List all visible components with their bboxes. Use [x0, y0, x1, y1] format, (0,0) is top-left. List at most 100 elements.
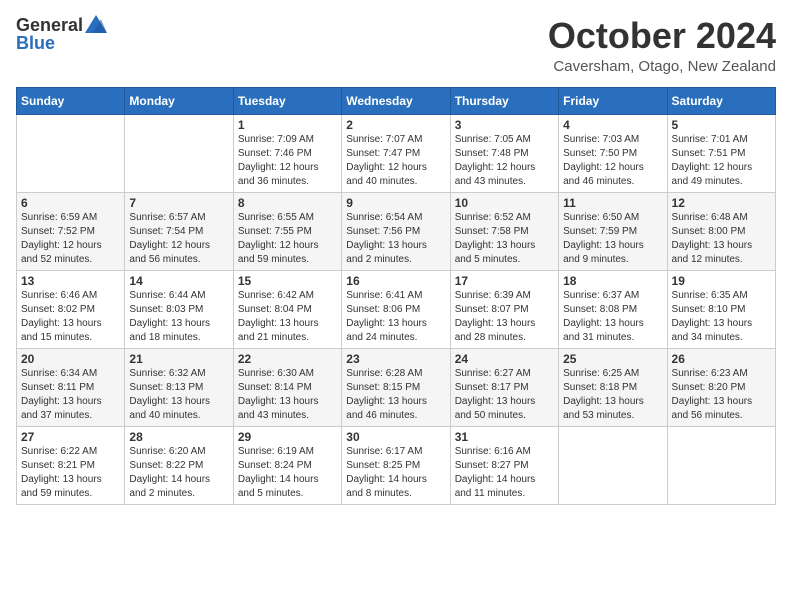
day-number: 22: [238, 352, 337, 366]
day-number: 30: [346, 430, 445, 444]
day-info: Sunrise: 6:19 AM Sunset: 8:24 PM Dayligh…: [238, 445, 337, 501]
calendar-week-row: 13Sunrise: 6:46 AM Sunset: 8:02 PM Dayli…: [17, 270, 776, 348]
day-number: 13: [21, 274, 120, 288]
logo-general-text: General: [16, 16, 83, 34]
day-number: 26: [672, 352, 771, 366]
day-info: Sunrise: 6:59 AM Sunset: 7:52 PM Dayligh…: [21, 211, 120, 267]
day-number: 9: [346, 196, 445, 210]
day-info: Sunrise: 6:41 AM Sunset: 8:06 PM Dayligh…: [346, 289, 445, 345]
weekday-header-cell: Wednesday: [342, 87, 450, 114]
logo-icon: [85, 15, 107, 33]
weekday-header-cell: Monday: [125, 87, 233, 114]
weekday-header-cell: Friday: [559, 87, 667, 114]
day-info: Sunrise: 6:39 AM Sunset: 8:07 PM Dayligh…: [455, 289, 554, 345]
day-info: Sunrise: 6:50 AM Sunset: 7:59 PM Dayligh…: [563, 211, 662, 267]
day-number: 2: [346, 118, 445, 132]
calendar-day-cell: 3Sunrise: 7:05 AM Sunset: 7:48 PM Daylig…: [450, 114, 558, 192]
day-number: 21: [129, 352, 228, 366]
calendar-day-cell: 28Sunrise: 6:20 AM Sunset: 8:22 PM Dayli…: [125, 426, 233, 504]
day-info: Sunrise: 6:34 AM Sunset: 8:11 PM Dayligh…: [21, 367, 120, 423]
day-info: Sunrise: 6:55 AM Sunset: 7:55 PM Dayligh…: [238, 211, 337, 267]
day-number: 25: [563, 352, 662, 366]
calendar-day-cell: 14Sunrise: 6:44 AM Sunset: 8:03 PM Dayli…: [125, 270, 233, 348]
calendar-table: SundayMondayTuesdayWednesdayThursdayFrid…: [16, 87, 776, 505]
day-info: Sunrise: 6:54 AM Sunset: 7:56 PM Dayligh…: [346, 211, 445, 267]
day-number: 1: [238, 118, 337, 132]
weekday-header-cell: Tuesday: [233, 87, 341, 114]
location-title: Caversham, Otago, New Zealand: [548, 58, 776, 75]
day-info: Sunrise: 7:05 AM Sunset: 7:48 PM Dayligh…: [455, 133, 554, 189]
day-info: Sunrise: 7:07 AM Sunset: 7:47 PM Dayligh…: [346, 133, 445, 189]
weekday-header-row: SundayMondayTuesdayWednesdayThursdayFrid…: [17, 87, 776, 114]
day-number: 6: [21, 196, 120, 210]
day-number: 3: [455, 118, 554, 132]
calendar-week-row: 27Sunrise: 6:22 AM Sunset: 8:21 PM Dayli…: [17, 426, 776, 504]
day-info: Sunrise: 6:37 AM Sunset: 8:08 PM Dayligh…: [563, 289, 662, 345]
calendar-week-row: 20Sunrise: 6:34 AM Sunset: 8:11 PM Dayli…: [17, 348, 776, 426]
calendar-day-cell: 17Sunrise: 6:39 AM Sunset: 8:07 PM Dayli…: [450, 270, 558, 348]
calendar-day-cell: 22Sunrise: 6:30 AM Sunset: 8:14 PM Dayli…: [233, 348, 341, 426]
day-info: Sunrise: 6:42 AM Sunset: 8:04 PM Dayligh…: [238, 289, 337, 345]
calendar-day-cell: 12Sunrise: 6:48 AM Sunset: 8:00 PM Dayli…: [667, 192, 775, 270]
weekday-header-cell: Saturday: [667, 87, 775, 114]
day-number: 16: [346, 274, 445, 288]
calendar-day-cell: 21Sunrise: 6:32 AM Sunset: 8:13 PM Dayli…: [125, 348, 233, 426]
day-info: Sunrise: 6:52 AM Sunset: 7:58 PM Dayligh…: [455, 211, 554, 267]
day-info: Sunrise: 6:28 AM Sunset: 8:15 PM Dayligh…: [346, 367, 445, 423]
logo: General Blue: [16, 16, 107, 52]
calendar-day-cell: 5Sunrise: 7:01 AM Sunset: 7:51 PM Daylig…: [667, 114, 775, 192]
day-number: 19: [672, 274, 771, 288]
calendar-day-cell: 9Sunrise: 6:54 AM Sunset: 7:56 PM Daylig…: [342, 192, 450, 270]
day-info: Sunrise: 6:57 AM Sunset: 7:54 PM Dayligh…: [129, 211, 228, 267]
calendar-week-row: 6Sunrise: 6:59 AM Sunset: 7:52 PM Daylig…: [17, 192, 776, 270]
calendar-day-cell: 25Sunrise: 6:25 AM Sunset: 8:18 PM Dayli…: [559, 348, 667, 426]
calendar-week-row: 1Sunrise: 7:09 AM Sunset: 7:46 PM Daylig…: [17, 114, 776, 192]
day-info: Sunrise: 7:01 AM Sunset: 7:51 PM Dayligh…: [672, 133, 771, 189]
day-number: 31: [455, 430, 554, 444]
calendar-day-cell: 24Sunrise: 6:27 AM Sunset: 8:17 PM Dayli…: [450, 348, 558, 426]
day-number: 27: [21, 430, 120, 444]
day-info: Sunrise: 6:35 AM Sunset: 8:10 PM Dayligh…: [672, 289, 771, 345]
calendar-day-cell: 31Sunrise: 6:16 AM Sunset: 8:27 PM Dayli…: [450, 426, 558, 504]
calendar-day-cell: [125, 114, 233, 192]
day-info: Sunrise: 6:30 AM Sunset: 8:14 PM Dayligh…: [238, 367, 337, 423]
day-info: Sunrise: 6:16 AM Sunset: 8:27 PM Dayligh…: [455, 445, 554, 501]
calendar-day-cell: 10Sunrise: 6:52 AM Sunset: 7:58 PM Dayli…: [450, 192, 558, 270]
day-info: Sunrise: 6:17 AM Sunset: 8:25 PM Dayligh…: [346, 445, 445, 501]
calendar-day-cell: 15Sunrise: 6:42 AM Sunset: 8:04 PM Dayli…: [233, 270, 341, 348]
day-info: Sunrise: 6:25 AM Sunset: 8:18 PM Dayligh…: [563, 367, 662, 423]
day-info: Sunrise: 6:32 AM Sunset: 8:13 PM Dayligh…: [129, 367, 228, 423]
calendar-day-cell: 6Sunrise: 6:59 AM Sunset: 7:52 PM Daylig…: [17, 192, 125, 270]
day-info: Sunrise: 6:46 AM Sunset: 8:02 PM Dayligh…: [21, 289, 120, 345]
calendar-day-cell: 4Sunrise: 7:03 AM Sunset: 7:50 PM Daylig…: [559, 114, 667, 192]
calendar-day-cell: 20Sunrise: 6:34 AM Sunset: 8:11 PM Dayli…: [17, 348, 125, 426]
calendar-day-cell: 29Sunrise: 6:19 AM Sunset: 8:24 PM Dayli…: [233, 426, 341, 504]
calendar-day-cell: 27Sunrise: 6:22 AM Sunset: 8:21 PM Dayli…: [17, 426, 125, 504]
day-info: Sunrise: 7:09 AM Sunset: 7:46 PM Dayligh…: [238, 133, 337, 189]
day-number: 11: [563, 196, 662, 210]
calendar-day-cell: 2Sunrise: 7:07 AM Sunset: 7:47 PM Daylig…: [342, 114, 450, 192]
day-info: Sunrise: 6:44 AM Sunset: 8:03 PM Dayligh…: [129, 289, 228, 345]
calendar-day-cell: [559, 426, 667, 504]
weekday-header-cell: Thursday: [450, 87, 558, 114]
day-number: 14: [129, 274, 228, 288]
day-number: 29: [238, 430, 337, 444]
calendar-day-cell: 1Sunrise: 7:09 AM Sunset: 7:46 PM Daylig…: [233, 114, 341, 192]
calendar-day-cell: 16Sunrise: 6:41 AM Sunset: 8:06 PM Dayli…: [342, 270, 450, 348]
day-info: Sunrise: 6:22 AM Sunset: 8:21 PM Dayligh…: [21, 445, 120, 501]
month-title: October 2024: [548, 16, 776, 56]
calendar-day-cell: 13Sunrise: 6:46 AM Sunset: 8:02 PM Dayli…: [17, 270, 125, 348]
day-number: 18: [563, 274, 662, 288]
day-number: 7: [129, 196, 228, 210]
day-info: Sunrise: 6:27 AM Sunset: 8:17 PM Dayligh…: [455, 367, 554, 423]
calendar-day-cell: 18Sunrise: 6:37 AM Sunset: 8:08 PM Dayli…: [559, 270, 667, 348]
calendar-day-cell: [667, 426, 775, 504]
logo-blue-text: Blue: [16, 34, 55, 52]
day-number: 23: [346, 352, 445, 366]
calendar-day-cell: 7Sunrise: 6:57 AM Sunset: 7:54 PM Daylig…: [125, 192, 233, 270]
day-number: 8: [238, 196, 337, 210]
day-number: 20: [21, 352, 120, 366]
calendar-day-cell: [17, 114, 125, 192]
day-info: Sunrise: 7:03 AM Sunset: 7:50 PM Dayligh…: [563, 133, 662, 189]
page-header: General Blue October 2024 Caversham, Ota…: [16, 16, 776, 75]
